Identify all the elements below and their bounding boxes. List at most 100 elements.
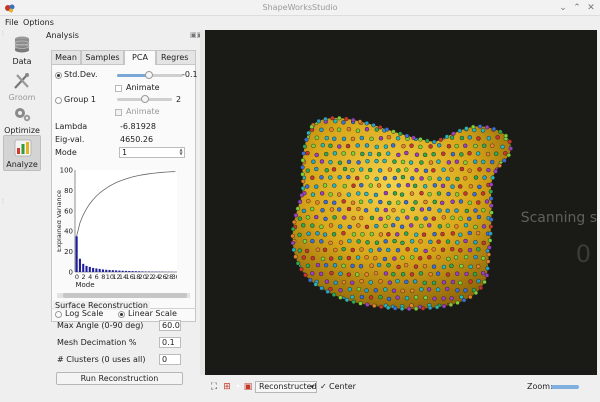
particle-point [347, 287, 353, 292]
sidebar-item-analyze[interactable]: Analyze [3, 135, 41, 171]
shape-viewer[interactable]: Scanning s 0 [205, 30, 597, 375]
particle-point [419, 207, 425, 212]
particle-point [292, 272, 297, 277]
view-mode-select[interactable]: Reconstructed ▾ [255, 381, 317, 393]
particle-point [403, 200, 409, 205]
run-reconstruction-button[interactable]: Run Reconstruction [56, 372, 183, 385]
edge-particle-point [444, 134, 450, 139]
particle-point [409, 303, 414, 308]
group-radio[interactable] [55, 97, 62, 104]
tab-samples[interactable]: Samples [81, 50, 124, 64]
particle-point [364, 127, 370, 132]
mesh-decimation-spinbox[interactable]: 0.1 [159, 337, 181, 348]
particle-point [341, 151, 346, 156]
auto-view-icon[interactable]: ⛶ [209, 382, 219, 392]
close-icon[interactable]: ✕ [586, 3, 596, 13]
particle-point [301, 255, 306, 260]
particle-point [373, 192, 379, 198]
particle-point [336, 127, 342, 132]
surface-toggle-icon[interactable]: ▣ [243, 382, 253, 392]
center-checkmark-icon[interactable]: ✓ [320, 382, 327, 391]
tab-mean[interactable]: Mean [51, 50, 81, 64]
edge-particle-point [485, 266, 490, 271]
chart-bar [144, 271, 147, 272]
menu-file[interactable]: File [5, 18, 18, 27]
edge-particle-point [304, 137, 309, 142]
chart-x-tick-label: 30 [172, 273, 177, 281]
menu-options[interactable]: Options [23, 18, 54, 27]
particle-point [390, 223, 396, 228]
particle-point [328, 192, 333, 197]
std-dev-radio[interactable] [55, 72, 62, 79]
particle-point [427, 192, 432, 197]
particle-point [475, 230, 481, 236]
sidebar-item-optimize[interactable]: Optimize [3, 102, 41, 138]
particle-point [428, 272, 433, 277]
chart-scrollbar[interactable] [57, 293, 190, 298]
particle-point [495, 279, 500, 285]
group-slider-handle[interactable] [141, 95, 149, 103]
particle-point [351, 183, 356, 188]
particle-point [495, 247, 500, 252]
particle-point [414, 152, 420, 157]
edge-particle-point [451, 131, 456, 136]
edge-particle-point [350, 117, 356, 123]
particle-point [499, 192, 505, 197]
clusters-spinbox[interactable]: 0 [159, 354, 181, 365]
particle-point [476, 247, 481, 252]
dock-float-icon[interactable]: ▣▣ [190, 31, 203, 39]
spin-arrows-icon[interactable]: ▲ ▼ [178, 148, 184, 157]
particle-point [378, 216, 383, 222]
edge-particle-point [490, 175, 495, 181]
zoom-slider[interactable] [551, 385, 579, 389]
particle-point [296, 183, 302, 189]
particle-point [305, 263, 311, 268]
sidebar-item-data[interactable]: Data [3, 33, 41, 69]
particle-point [503, 120, 508, 125]
tab-regression[interactable]: Regres [156, 50, 196, 64]
max-angle-spinbox[interactable]: 60.0 [159, 320, 181, 331]
particle-point [409, 255, 415, 260]
animate-checkbox-2[interactable] [115, 109, 122, 116]
sidebar-item-groom[interactable]: Groom [3, 69, 41, 105]
edge-particle-point [464, 126, 469, 131]
chart-scrollbar-thumb[interactable] [63, 293, 187, 298]
chevron-down-icon: ▾ [310, 383, 314, 391]
particle-point [374, 176, 379, 182]
particle-point [436, 159, 441, 164]
particle-point [369, 263, 374, 268]
particle-point [315, 247, 321, 252]
particle-point [431, 168, 436, 173]
minimize-icon[interactable]: ⌄ [558, 3, 568, 13]
particle-point [480, 270, 486, 276]
particle-point [332, 183, 337, 188]
particle-point [437, 224, 443, 229]
glyph-toggle-icon[interactable]: ⊞ [222, 382, 232, 392]
edge-particle-point [299, 267, 304, 272]
std-dev-slider-handle[interactable] [145, 71, 153, 79]
animate-checkbox-1[interactable] [115, 85, 122, 92]
particle-point [426, 287, 432, 292]
tab-pca[interactable]: PCA [124, 50, 156, 65]
particle-point [467, 216, 472, 221]
sidebar-splitter-icon[interactable]: ⋮ [0, 198, 6, 208]
particle-point [395, 136, 401, 141]
analyze-chart-icon [14, 139, 32, 157]
particle-point [377, 168, 383, 173]
particle-point [507, 239, 511, 245]
maximize-icon[interactable]: ⌃ [572, 3, 582, 13]
chart-bar [75, 236, 78, 272]
particle-point [359, 167, 364, 172]
mode-spinbox[interactable]: 1 ▲ ▼ [119, 147, 185, 158]
particle-point [473, 240, 478, 245]
edge-particle-point [502, 158, 507, 163]
particle-point [468, 184, 474, 189]
particle-point [356, 206, 361, 212]
particle-point [482, 288, 487, 293]
particle-point [297, 279, 303, 284]
particle-point [337, 160, 343, 165]
edge-particle-point [438, 137, 443, 142]
particle-point [507, 207, 511, 213]
dropdown-arrow-icon[interactable]: ▾ [233, 382, 243, 392]
particle-point [431, 280, 437, 286]
